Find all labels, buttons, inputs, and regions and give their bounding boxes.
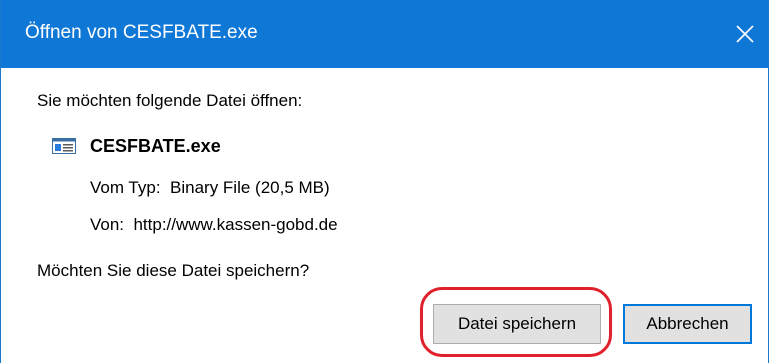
save-file-button[interactable]: Datei speichern — [433, 304, 601, 344]
close-icon — [736, 25, 754, 43]
open-prompt-text: Sie möchten folgende Datei öffnen: — [37, 91, 303, 110]
cancel-button[interactable]: Abbrechen — [623, 304, 752, 344]
file-type-line: Vom Typ: Binary File (20,5 MB) — [90, 178, 330, 197]
title-bar[interactable]: Öffnen von CESFBATE.exe — [1, 0, 768, 68]
window-title: Öffnen von CESFBATE.exe — [25, 22, 258, 43]
file-open-dialog: Öffnen von CESFBATE.exe Sie möchten folg… — [0, 0, 769, 363]
application-file-icon — [52, 138, 76, 154]
close-button[interactable] — [722, 0, 768, 68]
file-source-line: Von: http://www.kassen-gobd.de — [90, 215, 338, 234]
save-question-text: Möchten Sie diese Datei speichern? — [37, 261, 310, 280]
file-name: CESFBATE.exe — [90, 136, 221, 156]
